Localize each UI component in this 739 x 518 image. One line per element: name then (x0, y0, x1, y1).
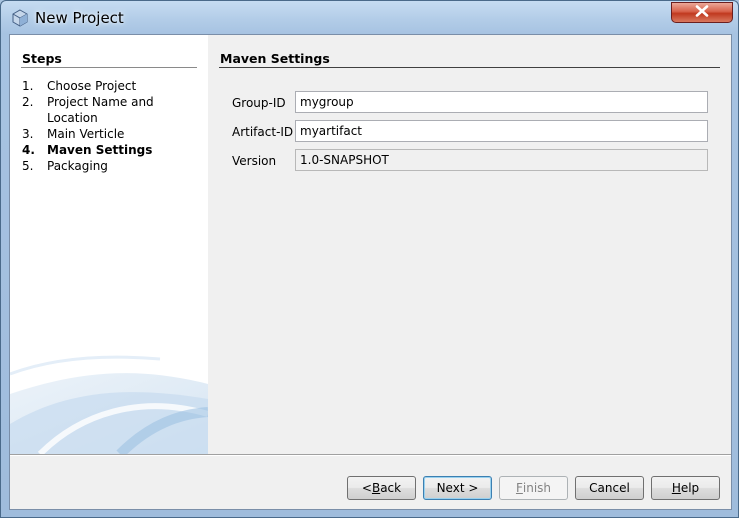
content-divider (219, 67, 720, 68)
help-button[interactable]: Help (651, 476, 720, 500)
step-label: Maven Settings (47, 143, 153, 157)
step-item-current: 4. Maven Settings (22, 142, 162, 158)
cancel-button[interactable]: Cancel (575, 476, 644, 500)
steps-divider (21, 67, 197, 68)
step-label: Main Verticle (47, 127, 125, 141)
artifact-id-label: Artifact-ID (232, 125, 294, 139)
step-label: Packaging (47, 159, 108, 173)
content-title: Maven Settings (220, 51, 330, 66)
steps-list: 1. Choose Project 2. Project Name and Loca… (22, 78, 162, 174)
finish-mnemonic: F (515, 481, 523, 495)
back-prefix: < (361, 481, 372, 495)
version-input (295, 149, 708, 171)
steps-title: Steps (22, 51, 62, 66)
button-bar-divider-highlight (10, 455, 731, 456)
decorative-swoosh-graphic (10, 355, 208, 454)
step-item: 2. Project Name and Location (22, 94, 162, 126)
help-rest: elp (680, 481, 700, 495)
group-id-label: Group-ID (232, 96, 286, 110)
window-title: New Project (35, 9, 124, 27)
cube-app-icon (11, 9, 29, 27)
dialog-client-area: Steps 1. Choose Project 2. Project Name an… (9, 34, 732, 510)
finish-rest: inish (522, 481, 552, 495)
next-button[interactable]: Next > (423, 476, 492, 500)
back-rest: ack (380, 481, 402, 495)
step-item: 1. Choose Project (22, 78, 162, 94)
close-button[interactable] (671, 2, 733, 23)
group-id-input[interactable] (295, 91, 708, 113)
close-x-icon (695, 5, 709, 20)
step-item: 5. Packaging (22, 158, 162, 174)
back-mnemonic: B (371, 481, 381, 495)
back-button[interactable]: < Back (347, 476, 416, 500)
help-mnemonic: H (671, 481, 681, 495)
title-bar[interactable]: New Project (1, 1, 738, 35)
new-project-dialog: New Project Steps 1. Choose Project 2. Pro… (0, 0, 739, 518)
finish-button: Finish (499, 476, 568, 500)
version-label: Version (232, 154, 277, 168)
step-item: 3. Main Verticle (22, 126, 162, 142)
steps-panel: Steps 1. Choose Project 2. Project Name an… (10, 35, 208, 454)
step-label: Project Name and Location (47, 95, 154, 125)
artifact-id-input[interactable] (295, 120, 708, 142)
step-label: Choose Project (47, 79, 137, 93)
